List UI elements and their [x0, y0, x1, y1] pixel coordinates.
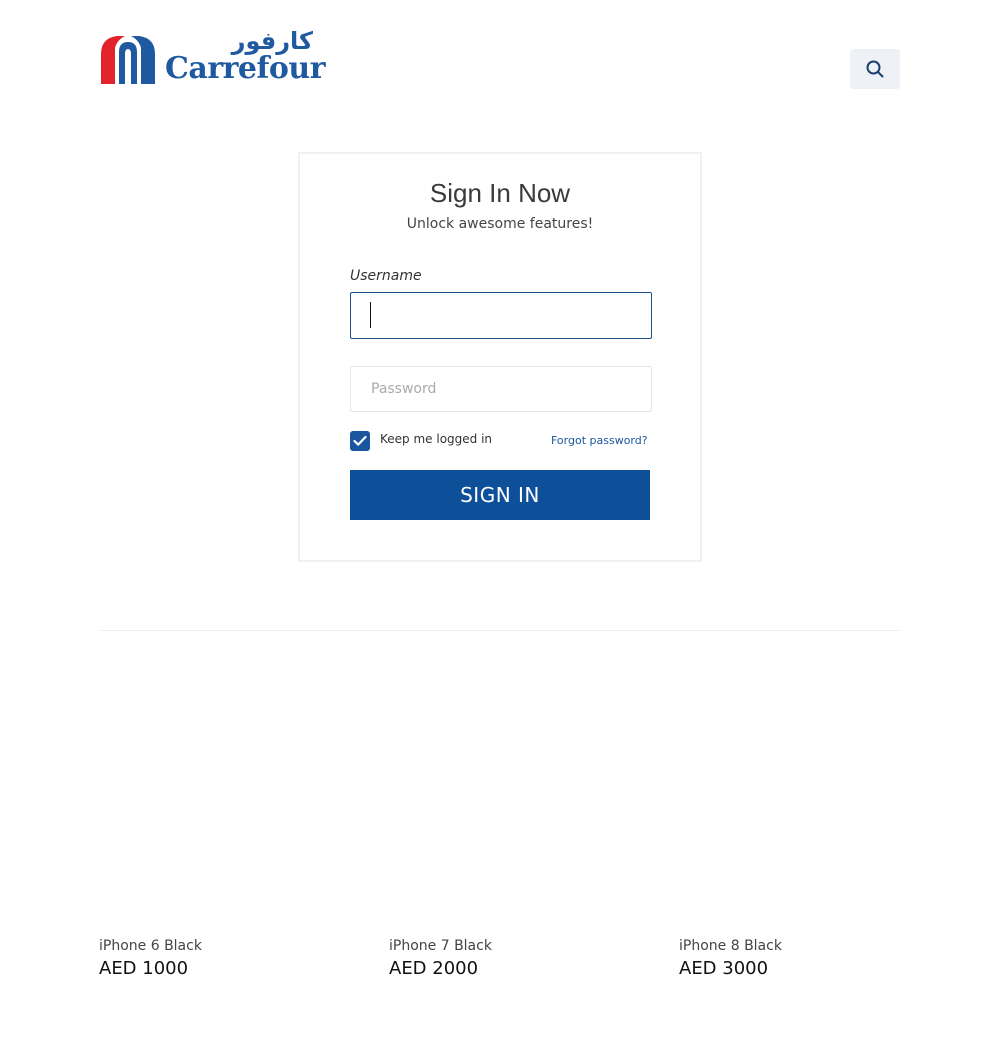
checkmark-icon	[353, 435, 367, 446]
carrefour-logo-mark-icon	[101, 36, 155, 84]
sign-in-subtitle: Unlock awesome features!	[406, 216, 594, 232]
forgot-password-link[interactable]: Forgot password?	[551, 434, 648, 447]
sign-in-title: Sign In Now	[429, 178, 571, 208]
product-price: AED 3000	[679, 958, 769, 979]
section-divider	[99, 630, 900, 631]
password-input[interactable]	[350, 366, 652, 412]
carrefour-logo[interactable]: كارفور Carrefour	[99, 28, 326, 86]
product-card[interactable]: iPhone 6 Black AED 1000	[99, 935, 319, 981]
product-price: AED 1000	[99, 958, 189, 979]
text-caret	[370, 302, 371, 328]
product-name[interactable]: iPhone 6 Black	[99, 935, 319, 957]
site-header: كارفور Carrefour	[0, 0, 1000, 110]
keep-logged-in-checkbox[interactable]	[350, 431, 370, 451]
username-label: Username	[350, 268, 422, 284]
sign-in-button[interactable]: SIGN IN	[350, 470, 650, 520]
username-input[interactable]	[350, 292, 652, 339]
logo-english-text: Carrefour	[165, 51, 326, 86]
sign-in-card: Sign In Now Unlock awesome features! Use…	[298, 152, 702, 562]
product-card[interactable]: iPhone 7 Black AED 2000	[389, 935, 609, 981]
product-name[interactable]: iPhone 7 Black	[389, 935, 609, 957]
product-card[interactable]: iPhone 8 Black AED 3000	[679, 935, 899, 981]
keep-logged-in-label[interactable]: Keep me logged in	[380, 432, 492, 446]
product-name[interactable]: iPhone 8 Black	[679, 935, 899, 957]
search-button[interactable]	[850, 49, 900, 89]
search-icon	[866, 60, 884, 78]
product-price: AED 2000	[389, 958, 479, 979]
